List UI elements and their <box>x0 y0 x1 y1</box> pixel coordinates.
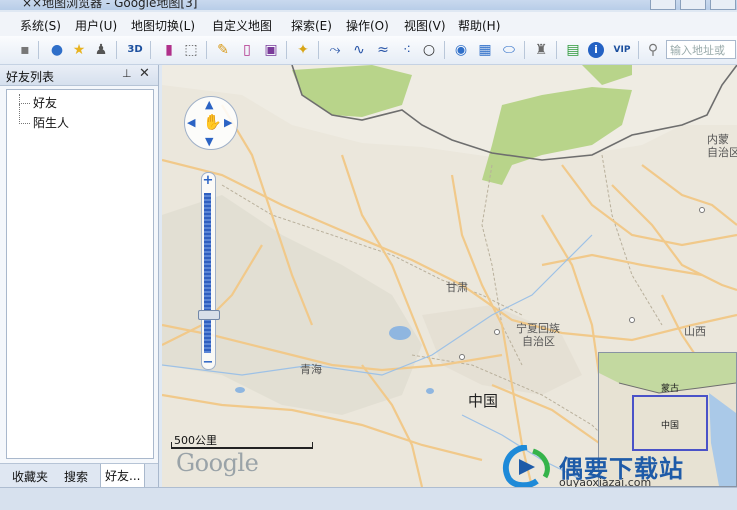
panel-title: 好友列表 <box>6 70 55 84</box>
watermark: 偶要下载站 ouyaoxiazai.com <box>497 445 737 487</box>
menu-system[interactable]: 系统(S) <box>20 17 61 34</box>
info-icon[interactable]: i <box>588 42 604 58</box>
window-title: ××地图浏览器 - Google地图[3] <box>22 0 198 10</box>
circle-icon[interactable]: ○ <box>420 41 438 59</box>
hand-icon: ✋ <box>203 113 222 131</box>
panel-header: 好友列表 ⊥ ✕ <box>0 65 158 86</box>
menu-map-switch[interactable]: 地图切换(L) <box>131 17 195 34</box>
user-icon[interactable]: ● <box>48 41 66 59</box>
globe-icon[interactable]: ◉ <box>452 41 470 59</box>
tree-branch <box>19 94 30 104</box>
close-window-button[interactable] <box>710 0 736 10</box>
zoom-out-button[interactable]: − <box>202 355 214 370</box>
label-shanxi: 山西 <box>684 325 706 338</box>
label-gansu: 甘肃 <box>446 281 468 294</box>
menu-custom-map[interactable]: 自定义地图 <box>212 17 272 34</box>
tab-search[interactable]: 搜索 <box>64 468 88 485</box>
maximize-button[interactable] <box>680 0 706 10</box>
address-search-input[interactable]: 输入地址或 <box>666 40 736 59</box>
overview-label-mongolia: 蒙古 <box>661 384 680 394</box>
separator <box>206 41 207 59</box>
frame-icon[interactable]: ▣ <box>262 41 280 59</box>
vip-button[interactable]: VIP <box>610 41 634 59</box>
title-bar: ××地图浏览器 - Google地图[3] <box>0 0 737 10</box>
separator <box>318 41 319 59</box>
pan-control[interactable]: ▲ ▼ ◀ ▶ ✋ <box>184 96 238 150</box>
polyline-icon[interactable]: ⤳ <box>326 41 344 59</box>
separator <box>38 41 39 59</box>
map-view[interactable]: 内蒙 自治区 甘肃 宁夏回族 自治区 山西 青海 中国 ▲ ▼ ◀ ▶ ✋ + … <box>162 65 737 487</box>
close-icon[interactable]: ✕ <box>139 66 150 81</box>
minimize-button[interactable] <box>650 0 676 10</box>
pan-right-icon[interactable]: ▶ <box>224 117 232 128</box>
menu-explore[interactable]: 探索(E) <box>291 17 332 34</box>
zoom-track[interactable] <box>204 193 211 353</box>
separator <box>556 41 557 59</box>
panel-tabs: 收藏夹 搜索 好友... <box>0 463 158 488</box>
curve-icon[interactable]: ∿ <box>350 41 368 59</box>
tree-branch <box>19 104 30 124</box>
pin-icon[interactable]: ⊥ <box>122 67 132 80</box>
zoom-thumb[interactable] <box>198 310 220 320</box>
status-bar <box>0 487 737 510</box>
friends-tree: 好友 陌生人 <box>6 89 154 459</box>
toolbar: ▪ ● ★ ♟ 3D ▮ ⬚ ✎ ▯ ▣ ✦ ⤳ ∿ ≈ ⁖ ○ ◉ ▦ ⬭ ♜… <box>0 36 737 65</box>
pan-left-icon[interactable]: ◀ <box>187 117 195 128</box>
separator <box>638 41 639 59</box>
label-inner-mongolia-2: 自治区 <box>707 146 737 159</box>
google-logo: Google <box>176 449 259 477</box>
menu-user[interactable]: 用户(U) <box>75 17 117 34</box>
tab-friends[interactable]: 好友... <box>100 464 146 488</box>
separator <box>116 41 117 59</box>
pencil-icon[interactable]: ✎ <box>214 41 232 59</box>
separator <box>150 41 151 59</box>
zoom-in-button[interactable]: + <box>202 173 214 188</box>
select-rect-icon[interactable]: ⬚ <box>182 41 200 59</box>
watermark-url: ouyaoxiazai.com <box>559 476 652 487</box>
pin-star-icon[interactable]: ✦ <box>294 41 312 59</box>
search-icon[interactable]: ⚲ <box>644 41 662 59</box>
points-icon[interactable]: ⁖ <box>398 41 416 59</box>
overview-label-china: 中国 <box>661 421 680 431</box>
menu-view[interactable]: 视图(V) <box>404 17 446 34</box>
picture-icon[interactable]: ▦ <box>476 41 494 59</box>
star-icon[interactable]: ★ <box>70 41 88 59</box>
menu-operate[interactable]: 操作(O) <box>346 17 389 34</box>
scale-bar <box>171 442 313 449</box>
tree-node-friends[interactable]: 好友 <box>33 94 57 111</box>
save-icon[interactable]: ▪ <box>16 41 34 59</box>
tab-favorites[interactable]: 收藏夹 <box>12 468 48 485</box>
delete-icon[interactable]: ▮ <box>160 41 178 59</box>
menu-help[interactable]: 帮助(H) <box>458 17 500 34</box>
3d-button[interactable]: 3D <box>124 41 146 59</box>
ruler-icon[interactable]: ▯ <box>238 41 256 59</box>
group-icon[interactable]: ♟ <box>92 41 110 59</box>
label-qinghai: 青海 <box>300 363 322 376</box>
separator <box>524 41 525 59</box>
pan-up-icon[interactable]: ▲ <box>205 99 213 110</box>
menu-bar: 系统(S) 用户(U) 地图切换(L) 自定义地图 探索(E) 操作(O) 视图… <box>0 12 737 36</box>
friends-panel: 好友列表 ⊥ ✕ 好友 陌生人 收藏夹 搜索 好友... <box>0 65 159 488</box>
eraser-icon[interactable]: ⬭ <box>500 41 518 59</box>
separator <box>286 41 287 59</box>
label-china: 中国 <box>468 392 499 410</box>
pan-down-icon[interactable]: ▼ <box>205 136 213 147</box>
separator <box>444 41 445 59</box>
label-ningxia-2: 自治区 <box>522 335 555 348</box>
chat-icon[interactable]: ▤ <box>564 41 582 59</box>
tree-node-strangers[interactable]: 陌生人 <box>33 114 69 131</box>
watermark-logo-icon <box>502 445 550 487</box>
building-icon[interactable]: ♜ <box>532 41 550 59</box>
route-icon[interactable]: ≈ <box>374 41 392 59</box>
